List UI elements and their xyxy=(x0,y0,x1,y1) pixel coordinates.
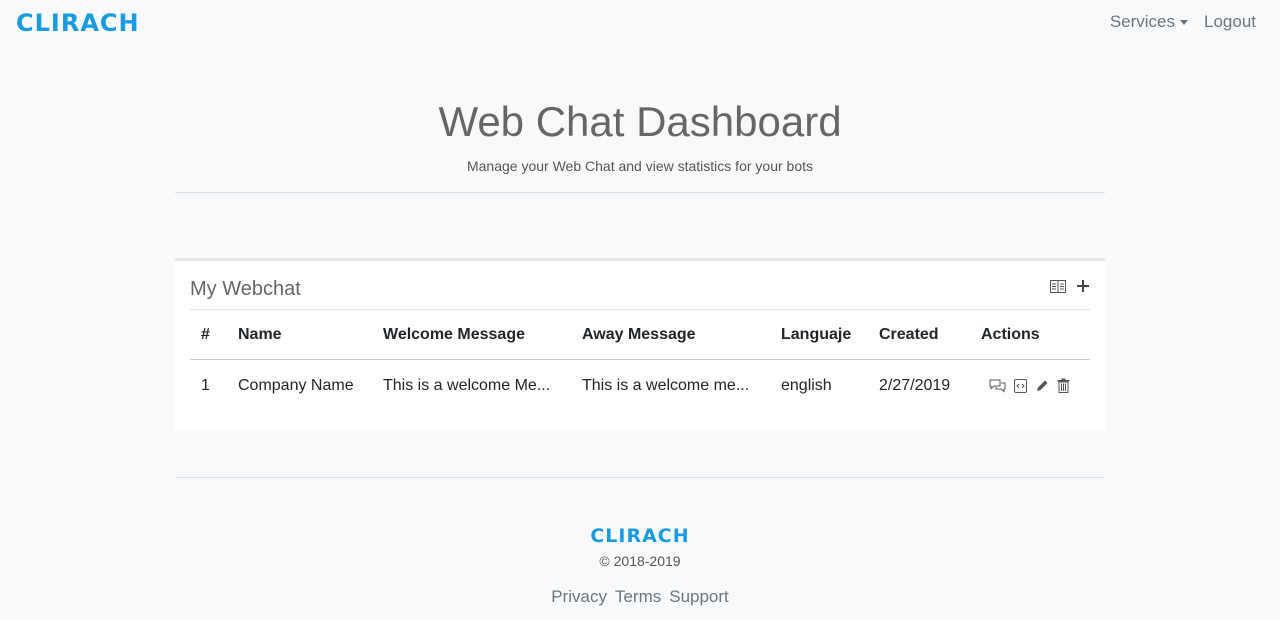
row-welcome-message: This is a welcome Me... xyxy=(383,376,551,394)
col-language: Languaje xyxy=(781,309,879,360)
row-actions xyxy=(981,360,1090,412)
support-link[interactable]: Support xyxy=(669,587,729,607)
list-view-icon[interactable] xyxy=(1050,279,1066,298)
col-created: Created xyxy=(879,309,981,360)
caret-down-icon xyxy=(1180,19,1188,25)
table-row: 1 Company Name This is a welcome Me... T… xyxy=(190,360,1090,412)
row-name: Company Name xyxy=(238,376,354,394)
col-actions: Actions xyxy=(981,309,1090,360)
services-dropdown[interactable]: Services xyxy=(1110,12,1188,32)
terms-link[interactable]: Terms xyxy=(615,587,661,607)
card-title: My Webchat xyxy=(190,278,301,300)
divider xyxy=(175,477,1105,478)
logout-link[interactable]: Logout xyxy=(1204,12,1256,32)
row-language: english xyxy=(781,376,832,394)
col-number: # xyxy=(190,309,238,360)
page-title: Web Chat Dashboard xyxy=(438,98,842,145)
edit-icon[interactable] xyxy=(1035,379,1049,393)
webchat-card: My Webchat # Name Welcome Message Away M… xyxy=(175,258,1105,430)
row-created: 2/27/2019 xyxy=(879,376,951,394)
row-number: 1 xyxy=(201,376,210,394)
privacy-link[interactable]: Privacy xyxy=(551,587,607,607)
code-icon[interactable] xyxy=(1014,378,1027,393)
footer: CLIRACH © 2018-2019 Privacy Terms Suppor… xyxy=(175,526,1105,607)
page-subtitle: Manage your Web Chat and view statistics… xyxy=(466,158,813,174)
webchat-table: # Name Welcome Message Away Message Lang… xyxy=(190,309,1090,412)
col-away-message: Away Message xyxy=(582,309,781,360)
add-icon[interactable] xyxy=(1076,279,1090,298)
copyright: © 2018-2019 xyxy=(599,553,681,569)
footer-logo: CLIRACH xyxy=(590,525,690,547)
hero: Web Chat Dashboard Manage your Web Chat … xyxy=(175,96,1105,174)
chat-icon[interactable] xyxy=(989,379,1006,393)
navbar: CLIRACH Services Logout xyxy=(0,0,1280,46)
card-tools xyxy=(1050,279,1090,298)
table-header-row: # Name Welcome Message Away Message Lang… xyxy=(190,309,1090,360)
brand-logo[interactable]: CLIRACH xyxy=(16,11,140,35)
footer-links: Privacy Terms Support xyxy=(175,587,1105,607)
divider xyxy=(175,192,1105,193)
services-label: Services xyxy=(1109,12,1175,31)
delete-icon[interactable] xyxy=(1057,378,1070,394)
nav-menu: Services Logout xyxy=(1110,12,1256,32)
col-welcome-message: Welcome Message xyxy=(383,309,582,360)
col-name: Name xyxy=(238,309,383,360)
row-away-message: This is a welcome me... xyxy=(582,376,750,394)
